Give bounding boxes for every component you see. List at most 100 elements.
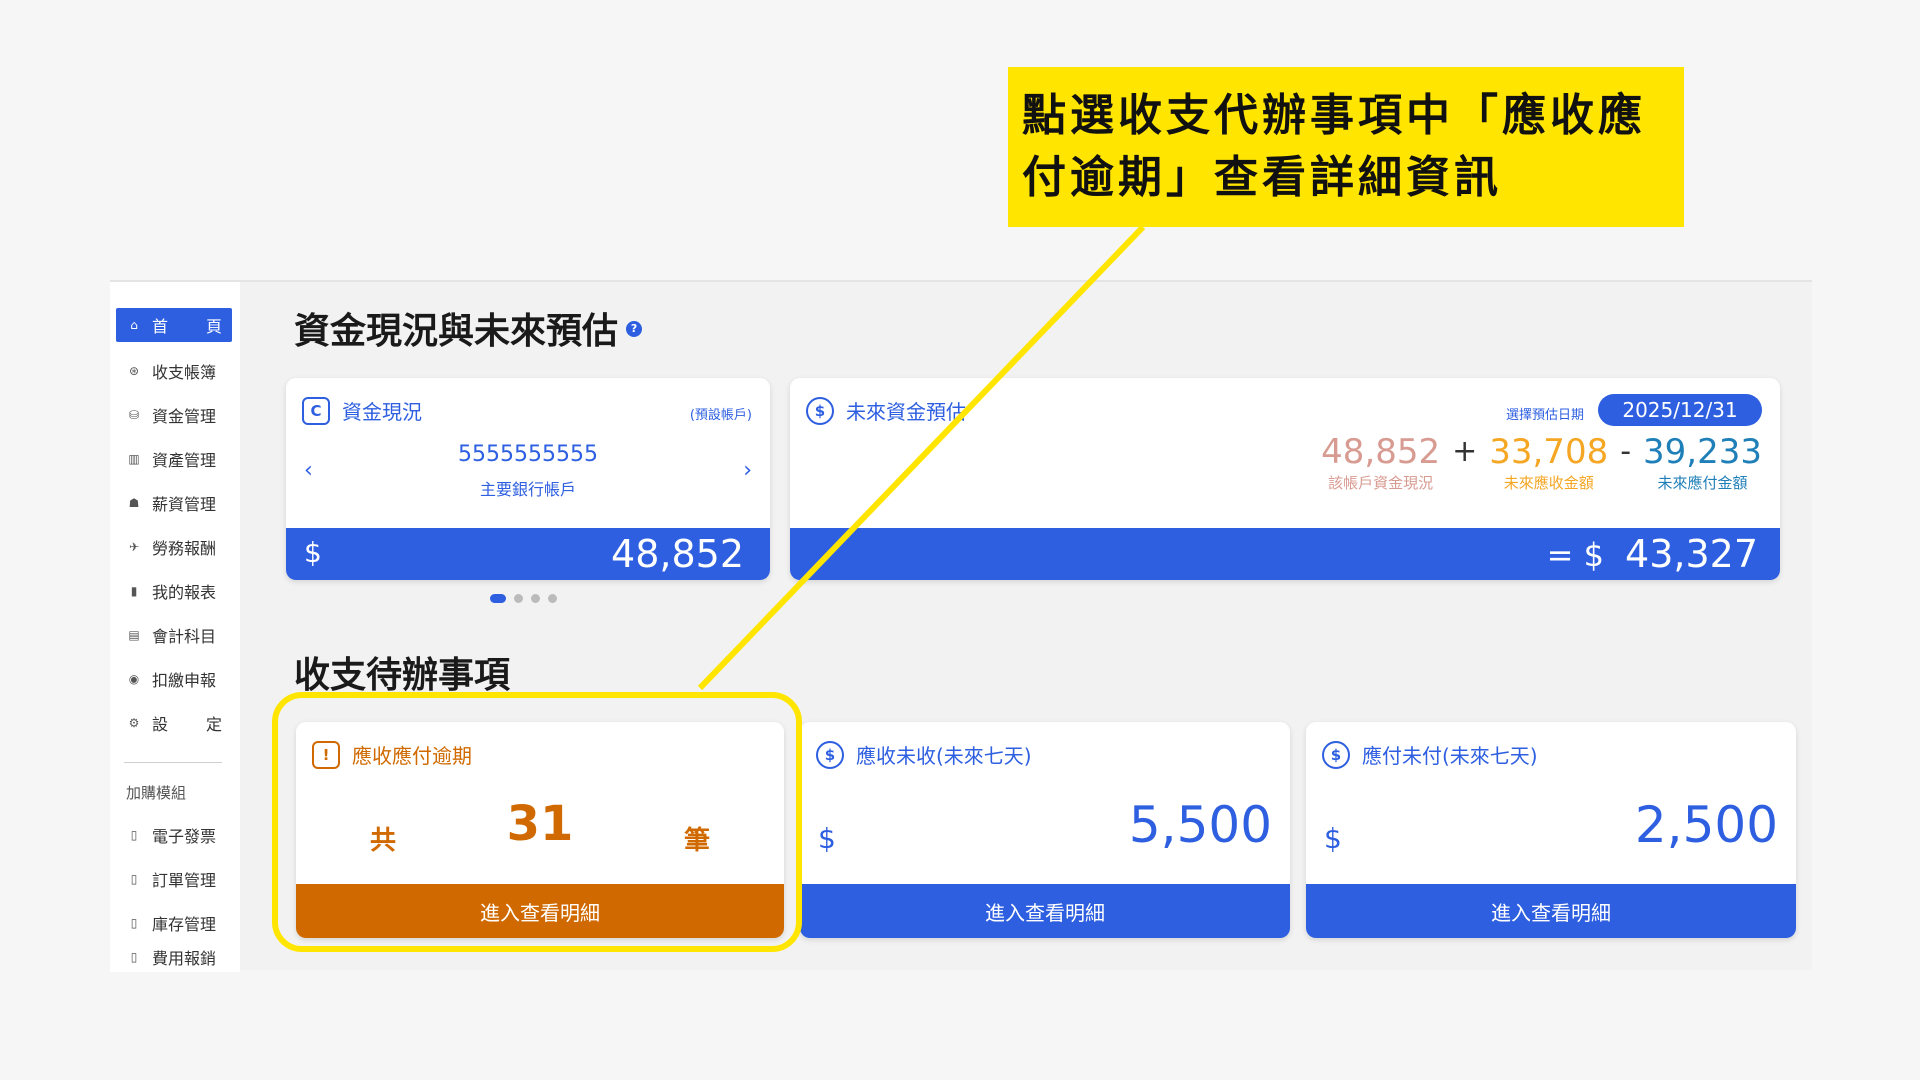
forecast-receivable-label: 未來應收金額 — [1503, 474, 1594, 492]
sidebar-item-label: 頁 — [205, 317, 222, 336]
carousel-dots — [490, 594, 557, 603]
help-icon[interactable]: ? — [626, 321, 643, 337]
current-funds-card: C 資金現況 (預設帳戶) ‹ › 5555555555 主要銀行帳戶 $ 48… — [286, 378, 770, 580]
currency-symbol: $ — [818, 822, 836, 855]
date-picker-label: 選擇預估日期 — [1505, 408, 1584, 423]
sidebar-item-assets[interactable]: ▥ 資產管理 — [116, 442, 232, 476]
account-name: 主要銀行帳戶 — [479, 480, 576, 499]
default-account-tag: (預設帳戶) — [689, 408, 752, 423]
carousel-dot[interactable] — [514, 594, 523, 603]
sidebar-item-label: 我的報表 — [152, 583, 217, 602]
sidebar-item-label: 勞務報酬 — [152, 539, 217, 558]
forecast-result: 43,327 — [1625, 532, 1758, 576]
carousel-dot-active[interactable] — [490, 594, 506, 603]
sidebar-item-label: 訂單管理 — [152, 871, 217, 890]
payable-header: $ 應付未付(未來七天) — [1322, 740, 1538, 769]
currency-symbol: $ — [304, 536, 322, 569]
receivable-amount: 5,500 — [1128, 796, 1272, 854]
carousel-dot[interactable] — [548, 594, 557, 603]
dollar-refresh-icon: $ — [816, 740, 844, 769]
current-balance: 48,852 — [611, 532, 744, 576]
forecast-payable: 39,233 — [1643, 432, 1762, 472]
current-funds-header: C 資金現況 — [302, 396, 422, 425]
sidebar-item-label: 設 — [152, 715, 169, 734]
module-icon: ▯ — [130, 828, 138, 842]
sidebar-item-label: 資金管理 — [152, 407, 217, 426]
card-title: 應收未收(未來七天) — [856, 744, 1032, 768]
wallet-icon: C — [302, 396, 330, 425]
sidebar-item-accounts[interactable]: ▤ 會計科目 — [116, 618, 232, 652]
dollar-circle-icon: ⊛ — [128, 364, 140, 378]
tax-icon: ◉ — [128, 672, 140, 686]
forecast-result-bar: = $ 43,327 — [790, 528, 1780, 580]
funds-section-title: 資金現況與未來預估? — [294, 302, 643, 354]
sidebar-divider — [124, 762, 222, 763]
account-number: 5555555555 — [458, 442, 598, 467]
sidebar-item-reports[interactable]: ▮ 我的報表 — [116, 574, 232, 608]
callout-line: 點選收支代辦事項中「應收應 — [1022, 90, 1646, 141]
carousel-dot[interactable] — [531, 594, 540, 603]
future-funds-card: $ 未來資金預估 選擇預估日期 2025/12/31 48,852 該帳戶資金現… — [790, 378, 1780, 580]
sidebar-item-inventory[interactable]: ▯ 庫存管理 — [116, 906, 232, 940]
sidebar-item-label: 薪資管理 — [152, 495, 217, 514]
sidebar-item-label: 費用報銷 — [152, 949, 217, 968]
home-icon: ⌂ — [130, 318, 138, 332]
payable-amount: 2,500 — [1634, 796, 1778, 854]
todo-section-title: 收支待辦事項 — [294, 655, 511, 696]
card-title: 資金現況 — [342, 400, 422, 424]
sidebar-item-label: 定 — [205, 715, 222, 734]
forecast-balance: 48,852 — [1321, 432, 1441, 472]
sidebar-item-labor[interactable]: ✈ 勞務報酬 — [116, 530, 232, 564]
forecast-equation: 48,852 該帳戶資金現況 + 33,708 未來應收金額 - 39,233 … — [1321, 432, 1762, 493]
annotation-highlight — [272, 692, 802, 952]
annotation-callout: 點選收支代辦事項中「應收應 付逾期」查看詳細資訊 — [1008, 67, 1684, 227]
sidebar-item-salary[interactable]: ☗ 薪資管理 — [116, 486, 232, 520]
sidebar: ⌂ 首 頁 ⊛ 收支帳簿 ⛁ 資金管理 ▥ 資產管理 ☗ 薪資管理 ✈ 勞務報酬… — [110, 282, 240, 972]
receivable-card[interactable]: $ 應收未收(未來七天) $ 5,500 進入查看明細 — [800, 722, 1290, 938]
sidebar-item-label: 首 — [152, 317, 169, 336]
sidebar-item-label: 扣繳申報 — [152, 671, 217, 690]
forecast-payable-label: 未來應付金額 — [1657, 474, 1748, 492]
minus-sign: - — [1620, 434, 1632, 469]
module-icon: ▯ — [130, 872, 138, 886]
sidebar-item-label: 收支帳簿 — [152, 363, 217, 382]
sidebar-item-e-invoice[interactable]: ▯ 電子發票 — [116, 818, 232, 852]
sidebar-item-tax[interactable]: ◉ 扣繳申報 — [116, 662, 232, 696]
payable-detail-button[interactable]: 進入查看明細 — [1306, 884, 1796, 938]
ledger-icon: ▤ — [128, 628, 140, 642]
balance-bar: $ 48,852 — [286, 528, 770, 580]
callout-line: 付逾期」查看詳細資訊 — [1022, 152, 1502, 203]
sidebar-item-orders[interactable]: ▯ 訂單管理 — [116, 862, 232, 896]
salary-icon: ☗ — [128, 496, 140, 510]
sidebar-item-expenses[interactable]: ▯ 費用報銷 — [116, 942, 232, 972]
card-title: 未來資金預估 — [846, 400, 966, 424]
sidebar-item-funds[interactable]: ⛁ 資金管理 — [116, 398, 232, 432]
payable-card[interactable]: $ 應付未付(未來七天) $ 2,500 進入查看明細 — [1306, 722, 1796, 938]
dollar-refresh-icon: $ — [806, 396, 834, 425]
sidebar-item-label: 資產管理 — [152, 451, 217, 470]
sidebar-item-label: 電子發票 — [152, 827, 217, 846]
labor-icon: ✈ — [128, 540, 140, 554]
future-funds-header: $ 未來資金預估 — [806, 396, 966, 425]
receivable-header: $ 應收未收(未來七天) — [816, 740, 1032, 769]
dollar-refresh-icon: $ — [1322, 740, 1350, 769]
receivable-detail-button[interactable]: 進入查看明細 — [800, 884, 1290, 938]
plus-sign: + — [1452, 434, 1478, 469]
sidebar-item-home[interactable]: ⌂ 首 頁 — [116, 308, 232, 342]
sidebar-group-label: 加購模組 — [126, 784, 187, 802]
forecast-date-picker[interactable]: 2025/12/31 — [1598, 394, 1762, 426]
card-title: 應付未付(未來七天) — [1362, 744, 1538, 768]
report-icon: ▮ — [130, 584, 138, 598]
settings-icon: ⚙ — [128, 716, 140, 730]
fund-icon: ⛁ — [128, 408, 140, 422]
forecast-receivable: 33,708 — [1489, 432, 1609, 472]
forecast-balance-label: 該帳戶資金現況 — [1328, 474, 1434, 492]
currency-symbol: $ — [1324, 822, 1342, 855]
sidebar-item-label: 會計科目 — [152, 627, 217, 646]
sidebar-item-ledger-book[interactable]: ⊛ 收支帳簿 — [116, 354, 232, 388]
sidebar-item-settings[interactable]: ⚙ 設 定 — [116, 706, 232, 740]
module-icon: ▯ — [130, 950, 138, 964]
result-prefix: = $ — [1546, 536, 1604, 574]
sidebar-item-label: 庫存管理 — [152, 915, 217, 934]
module-icon: ▯ — [130, 916, 138, 930]
